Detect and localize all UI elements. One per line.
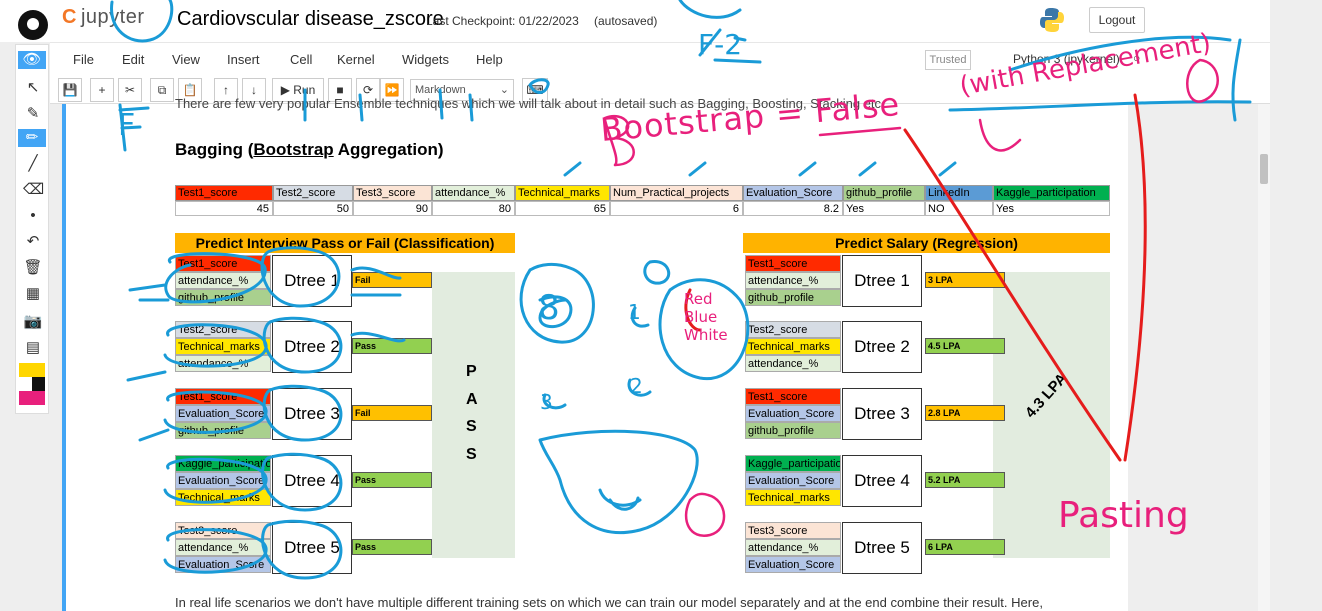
red-ink-strokes: [684, 93, 1147, 462]
pasting-note: Pasting: [1058, 495, 1189, 536]
digit-note: 8: [538, 288, 560, 328]
digit-note: 2: [630, 374, 643, 398]
digit-note: 3: [540, 390, 553, 414]
f2-note: F-2: [698, 28, 743, 61]
digit-note: 1: [628, 300, 641, 324]
blue-ink-strokes: [110, 0, 1252, 580]
balls-note: Red Blue White: [684, 290, 728, 344]
f-note: F: [118, 108, 136, 143]
